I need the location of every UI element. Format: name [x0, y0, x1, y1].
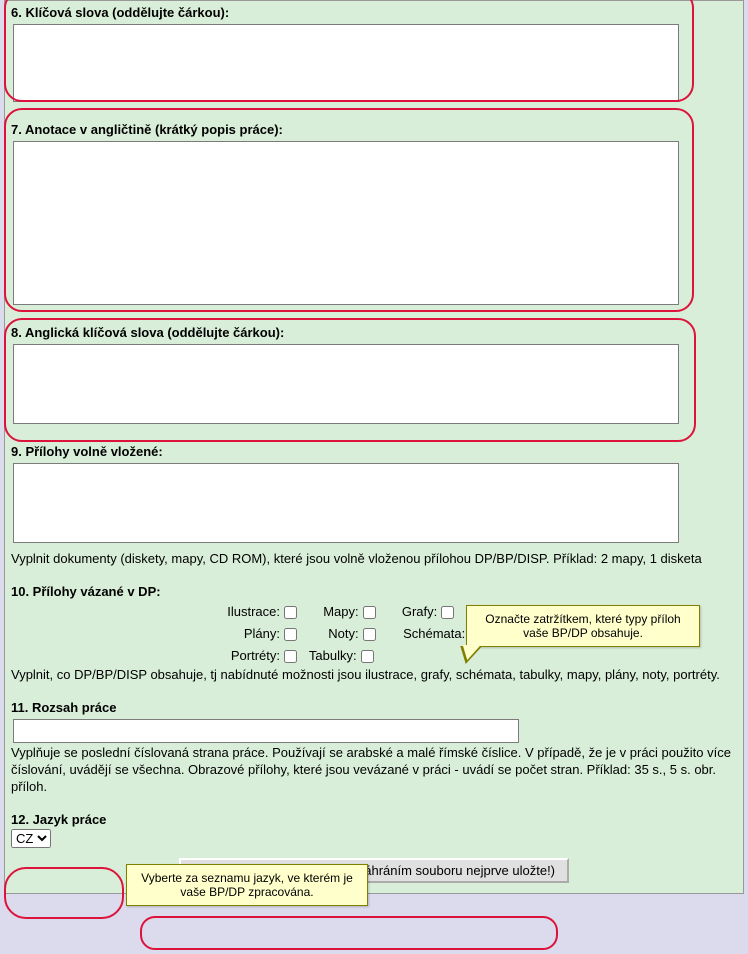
label-mapy: Mapy:: [319, 601, 359, 623]
section-7-label: 7. Anotace v angličtině (krátký popis pr…: [5, 118, 743, 139]
keywords-en-textarea[interactable]: [13, 344, 679, 424]
section-10-label: 10. Přílohy vázané v DP:: [5, 580, 743, 601]
section-11-label: 11. Rozsah práce: [5, 696, 743, 717]
section-8-label: 8. Anglická klíčová slova (oddělujte čár…: [5, 321, 743, 342]
section-11-hint: Vyplňuje se poslední číslovaná strana pr…: [5, 745, 743, 800]
label-ilustrace: Ilustrace:: [205, 601, 280, 623]
annotation-en-textarea[interactable]: [13, 141, 679, 305]
language-select[interactable]: CZ: [11, 829, 51, 848]
checkbox-mapy[interactable]: [363, 606, 376, 619]
checkbox-portrety[interactable]: [284, 650, 297, 663]
highlight-box-save: [140, 916, 558, 950]
section-6-label: 6. Klíčová slova (oddělujte čárkou):: [5, 1, 743, 22]
label-plany: Plány:: [205, 623, 280, 645]
checkbox-plany[interactable]: [284, 628, 297, 641]
section-12-label: 12. Jazyk práce: [11, 808, 112, 829]
free-attachments-textarea[interactable]: [13, 463, 679, 543]
checkbox-tabulky[interactable]: [361, 650, 374, 663]
label-portrety: Portréty:: [205, 645, 280, 667]
label-noty: Noty:: [319, 623, 359, 645]
label-grafy: Grafy:: [397, 601, 437, 623]
label-schemata: Schémata:: [397, 623, 465, 645]
section-9-label: 9. Přílohy volně vložené:: [5, 440, 743, 461]
checkbox-grafy[interactable]: [441, 606, 454, 619]
section-10-hint: Vyplnit, co DP/BP/DISP obsahuje, tj nabí…: [5, 667, 743, 688]
checkbox-ilustrace[interactable]: [284, 606, 297, 619]
section-9-hint: Vyplnit dokumenty (diskety, mapy, CD ROM…: [5, 551, 743, 572]
label-tabulky: Tabulky:: [305, 645, 357, 667]
checkbox-noty[interactable]: [363, 628, 376, 641]
scope-input[interactable]: [13, 719, 519, 743]
tooltip-attachments: Označte zatržítkem, které typy příloh va…: [466, 605, 700, 647]
tooltip-language: Vyberte za seznamu jazyk, ve kterém je v…: [126, 864, 368, 906]
keywords-cz-textarea[interactable]: [13, 24, 679, 102]
